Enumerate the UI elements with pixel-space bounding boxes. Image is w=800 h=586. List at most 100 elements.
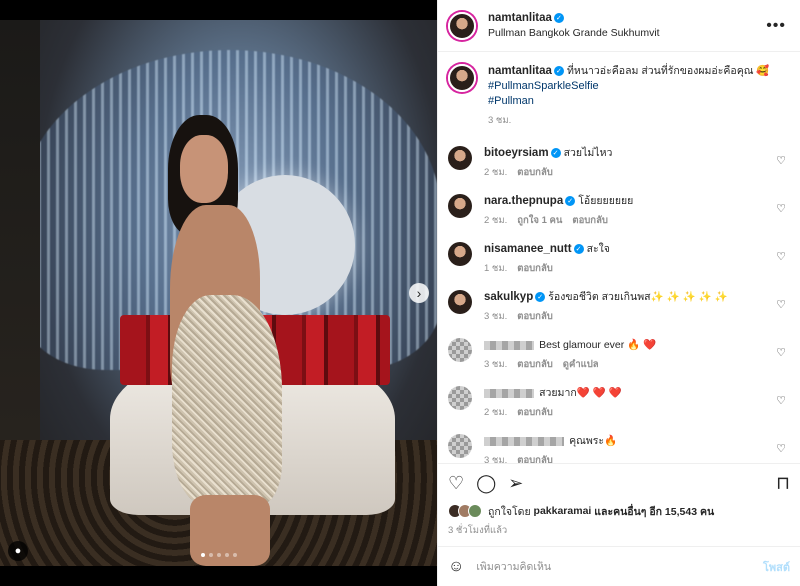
carousel-dot: [216, 553, 221, 557]
bookmark-icon[interactable]: ⊓: [776, 474, 790, 492]
comment-time: 1 ชม.: [484, 263, 508, 274]
commenter-username[interactable]: sakulkyp: [484, 291, 533, 303]
carousel-dot: [200, 553, 205, 557]
hashtag-link[interactable]: #PullmanSparkleSelfie: [488, 80, 599, 92]
face: [180, 135, 228, 203]
verified-icon: ✓: [553, 66, 564, 77]
liker-avatars: [448, 504, 482, 518]
commenter-avatar[interactable]: [448, 434, 472, 458]
heart-icon[interactable]: ♡: [776, 250, 786, 263]
comment-text: คุณพระ🔥: [569, 435, 618, 447]
post-location[interactable]: Pullman Bangkok Grande Sukhumvit: [488, 27, 766, 39]
commenter-avatar[interactable]: [448, 146, 472, 170]
liked-by-prefix: ถูกใจโดย: [488, 505, 531, 518]
caption-text: ที่หนาวอ่ะคือลม ส่วนที่รักของผมอ่ะคือคุณ…: [566, 65, 770, 77]
share-icon[interactable]: ➢: [508, 474, 523, 492]
commenter-username[interactable]: bitoeyrsiam: [484, 147, 549, 159]
comment-composer: ☺ โพสต์: [438, 546, 800, 586]
hashtag-link[interactable]: #Pullman: [488, 95, 534, 107]
comment-item: คุณพระ🔥 3 ชม. ตอบกลับ ♡: [448, 434, 786, 463]
heart-icon[interactable]: ♡: [776, 394, 786, 407]
comment-likes[interactable]: ถูกใจ 1 คน: [517, 213, 562, 228]
post-media: › ●: [0, 0, 437, 586]
caption: namtanlitaa ✓ ที่หนาวอ่ะคือลม ส่วนที่รักข…: [448, 64, 786, 128]
reply-button[interactable]: ตอบกลับ: [517, 453, 553, 463]
chevron-right-icon[interactable]: ›: [409, 283, 429, 303]
comment-time: 2 ชม.: [484, 407, 508, 418]
reply-button[interactable]: ตอบกลับ: [517, 309, 553, 324]
carousel-dots: [0, 553, 437, 557]
likes-summary: ถูกใจโดย pakkaramai และคนอื่นๆ อีก 15,54…: [438, 501, 800, 521]
author-avatar[interactable]: [448, 64, 476, 92]
comment-item: สวยมาก❤️ ❤️ ❤️ 2 ชม. ตอบกลับ ♡: [448, 386, 786, 420]
heart-icon[interactable]: ♡: [776, 154, 786, 167]
post-sidebar: namtanlitaa ✓ Pullman Bangkok Grande Sukh…: [437, 0, 800, 586]
verified-icon: ✓: [573, 244, 584, 255]
comment-time: 2 ชม.: [484, 215, 508, 226]
more-icon[interactable]: •••: [766, 17, 786, 35]
commenter-username[interactable]: nisamanee_nutt: [484, 243, 572, 255]
heart-icon[interactable]: ♡: [776, 346, 786, 359]
author-avatar[interactable]: [448, 11, 476, 40]
post-photo[interactable]: [0, 20, 437, 566]
comment-text: สะใจ: [586, 243, 610, 255]
reply-button[interactable]: ตอบกลับ: [517, 165, 553, 180]
verified-icon: ✓: [550, 148, 561, 159]
redacted-username[interactable]: [484, 388, 534, 398]
post-actions: ♡ ◯ ➢ ⊓: [438, 463, 800, 501]
carousel-dot: [224, 553, 229, 557]
redacted-username[interactable]: [484, 340, 534, 350]
post-modal: › ● namtanlitaa ✓ Pullman Bangkok Grande …: [0, 0, 800, 586]
comments-list[interactable]: namtanlitaa ✓ ที่หนาวอ่ะคือลม ส่วนที่รักข…: [438, 52, 800, 463]
woman-figure: [150, 115, 290, 566]
carousel-dot: [232, 553, 237, 557]
caption-time: 3 ชม.: [488, 115, 512, 126]
comment-text: ร้องขอชีวิต สวยเกินพส✨ ✨ ✨ ✨ ✨: [548, 291, 728, 303]
commenter-avatar[interactable]: [448, 290, 472, 314]
comment-input[interactable]: [476, 560, 763, 573]
sequin-dress: [172, 295, 282, 505]
avatar: [468, 504, 482, 518]
comment-text: โอ้ยยยยยยย: [578, 195, 634, 207]
heart-icon[interactable]: ♡: [776, 442, 786, 455]
reply-button[interactable]: ตอบกลับ: [572, 213, 608, 228]
comment-item: bitoeyrsiam ✓ สวยไม่ไหว 2 ชม. ตอบกลับ ♡: [448, 146, 786, 180]
commenter-avatar[interactable]: [448, 242, 472, 266]
commenter-avatar[interactable]: [448, 338, 472, 362]
commenter-avatar[interactable]: [448, 386, 472, 410]
comment-time: 3 ชม.: [484, 455, 508, 463]
verified-icon: ✓: [535, 292, 546, 303]
commenter-username[interactable]: nara.thepnupa: [484, 195, 563, 207]
comment-text: สวยมาก❤️ ❤️ ❤️: [539, 387, 622, 399]
comment-item: nisamanee_nutt ✓ สะใจ 1 ชม. ตอบกลับ ♡: [448, 242, 786, 276]
comment-icon[interactable]: ◯: [476, 474, 496, 492]
user-tag-icon[interactable]: ●: [8, 541, 28, 561]
heart-icon[interactable]: ♡: [776, 298, 786, 311]
reply-button[interactable]: ตอบกลับ: [517, 357, 553, 372]
comment-time: 3 ชม.: [484, 359, 508, 370]
heart-icon[interactable]: ♡: [776, 202, 786, 215]
comment-item: Best glamour ever 🔥 ❤️ 3 ชม. ตอบกลับ ดูคำแ…: [448, 338, 786, 372]
comment-time: 3 ชม.: [484, 311, 508, 322]
commenter-avatar[interactable]: [448, 194, 472, 218]
reply-button[interactable]: ตอบกลับ: [517, 405, 553, 420]
reply-button[interactable]: ตอบกลับ: [517, 261, 553, 276]
verified-icon: ✓: [553, 13, 564, 24]
liked-by-user[interactable]: pakkaramai: [534, 505, 592, 517]
see-translation-button[interactable]: ดูคำแปล: [563, 357, 599, 372]
post-comment-button[interactable]: โพสต์: [763, 558, 790, 576]
post-time[interactable]: 3 ชั่วโมงที่แล้ว: [438, 521, 800, 546]
verified-icon: ✓: [565, 196, 576, 207]
comment-time: 2 ชม.: [484, 167, 508, 178]
comment-text: สวยไม่ไหว: [563, 147, 613, 159]
liked-by-others[interactable]: และคนอื่นๆ อีก 15,543 คน: [594, 503, 714, 520]
carousel-dot: [208, 553, 213, 557]
post-header: namtanlitaa ✓ Pullman Bangkok Grande Sukh…: [438, 0, 800, 52]
redacted-username[interactable]: [484, 436, 564, 446]
emoji-icon[interactable]: ☺: [448, 558, 464, 576]
comment-item: sakulkyp ✓ ร้องขอชีวิต สวยเกินพส✨ ✨ ✨ ✨ ✨…: [448, 290, 786, 324]
author-username[interactable]: namtanlitaa: [488, 12, 552, 24]
comment-text: Best glamour ever 🔥 ❤️: [539, 339, 657, 351]
heart-icon[interactable]: ♡: [448, 474, 464, 492]
caption-username[interactable]: namtanlitaa: [488, 65, 552, 77]
